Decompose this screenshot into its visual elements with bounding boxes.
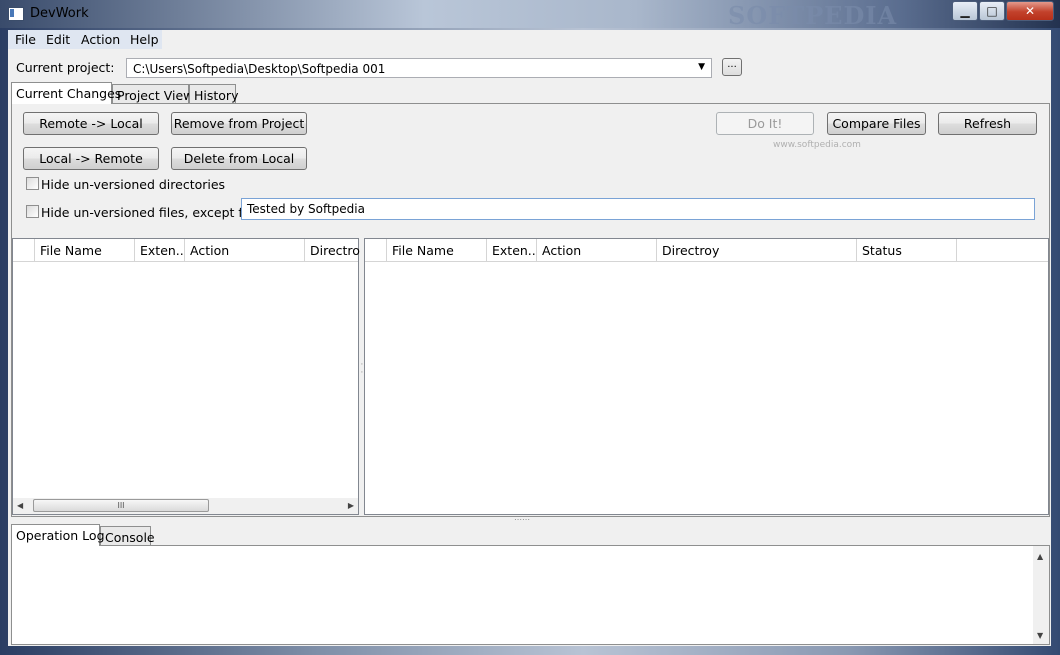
hide-dirs-label: Hide un-versioned directories	[41, 177, 226, 192]
tab-console[interactable]: Console	[100, 526, 155, 546]
close-button[interactable]: ✕	[1006, 1, 1054, 21]
column-file-name[interactable]: File Name	[35, 239, 135, 261]
column-action[interactable]: Action	[185, 239, 305, 261]
column-extension[interactable]: Exten...	[135, 239, 185, 261]
log-vertical-scrollbar[interactable]: ▲ ▼	[1033, 546, 1049, 644]
browse-project-button[interactable]: ...	[722, 58, 742, 76]
softpedia-url-watermark: www.softpedia.com	[773, 140, 861, 150]
window-title: DevWork	[30, 6, 89, 21]
column-file-name[interactable]: File Name	[387, 239, 487, 261]
scroll-down-icon[interactable]: ▼	[1037, 631, 1043, 640]
minimize-button[interactable]: ▁	[952, 1, 978, 21]
scroll-up-icon[interactable]: ▲	[1037, 552, 1043, 561]
row-header-column	[13, 239, 35, 261]
scroll-right-icon[interactable]: ▶	[348, 501, 354, 510]
grid-header: File Name Exten... Action Directroy Stat…	[365, 239, 1048, 262]
maximize-button[interactable]: □	[979, 1, 1005, 21]
menu-action[interactable]: Action	[81, 32, 120, 47]
remote-to-local-button[interactable]: Remote -> Local	[23, 112, 159, 135]
current-project-value: C:\Users\Softpedia\Desktop\Softpedia 001	[133, 62, 386, 76]
menu-help[interactable]: Help	[130, 32, 159, 47]
minimize-icon: ▁	[960, 4, 970, 18]
maximize-icon: □	[986, 4, 998, 18]
hide-files-checkbox[interactable]	[26, 205, 39, 218]
hide-dirs-checkbox[interactable]	[26, 177, 39, 190]
refresh-button[interactable]: Refresh	[938, 112, 1037, 135]
scroll-left-icon[interactable]: ◀	[17, 501, 23, 510]
app-icon	[8, 7, 24, 21]
except-filter-value: Tested by Softpedia	[247, 202, 365, 216]
client-area: File Edit Action Help Current project: C…	[8, 30, 1051, 646]
title-watermark: SOFTPEDIA	[728, 1, 898, 30]
tab-history[interactable]: History	[189, 84, 238, 104]
local-changes-grid[interactable]: File Name Exten... Action Directroy ◀ II…	[12, 238, 360, 515]
column-directory[interactable]: Directroy	[305, 239, 360, 261]
tab-project-view[interactable]: Project View	[112, 84, 193, 104]
operation-log-panel[interactable]: ▲ ▼	[11, 545, 1050, 645]
dropdown-arrow-icon[interactable]: ▼	[698, 62, 705, 72]
menu-edit[interactable]: Edit	[46, 32, 70, 47]
menu-file[interactable]: File	[15, 32, 36, 47]
title-bar[interactable]: DevWork SOFTPEDIA ▁ □ ✕	[0, 0, 1060, 30]
delete-from-local-button[interactable]: Delete from Local	[171, 147, 307, 170]
current-project-combo[interactable]: C:\Users\Softpedia\Desktop\Softpedia 001…	[126, 58, 712, 78]
close-icon: ✕	[1024, 4, 1036, 18]
scroll-thumb[interactable]: III	[33, 499, 209, 512]
remote-changes-grid[interactable]: File Name Exten... Action Directroy Stat…	[364, 238, 1049, 515]
row-header-column	[365, 239, 387, 261]
tab-current-changes[interactable]: Current Changes	[11, 82, 121, 104]
grid-header: File Name Exten... Action Directroy	[13, 239, 360, 262]
horizontal-scrollbar[interactable]: ◀ III ▶	[13, 498, 358, 514]
except-filter-input[interactable]: Tested by Softpedia	[241, 198, 1035, 220]
column-extension[interactable]: Exten...	[487, 239, 537, 261]
local-to-remote-button[interactable]: Local -> Remote	[23, 147, 159, 170]
current-project-label: Current project:	[16, 60, 115, 75]
column-status[interactable]: Status	[857, 239, 957, 261]
column-action[interactable]: Action	[537, 239, 657, 261]
do-it-button[interactable]: Do It!	[716, 112, 814, 135]
horizontal-splitter-handle[interactable]: ⋯⋯	[514, 515, 530, 524]
column-directory[interactable]: Directroy	[657, 239, 857, 261]
tab-operation-log[interactable]: Operation Log	[11, 524, 105, 546]
remove-from-project-button[interactable]: Remove from Project	[171, 112, 307, 135]
compare-files-button[interactable]: Compare Files	[827, 112, 926, 135]
hide-files-label: Hide un-versioned files, except for:	[41, 205, 260, 220]
